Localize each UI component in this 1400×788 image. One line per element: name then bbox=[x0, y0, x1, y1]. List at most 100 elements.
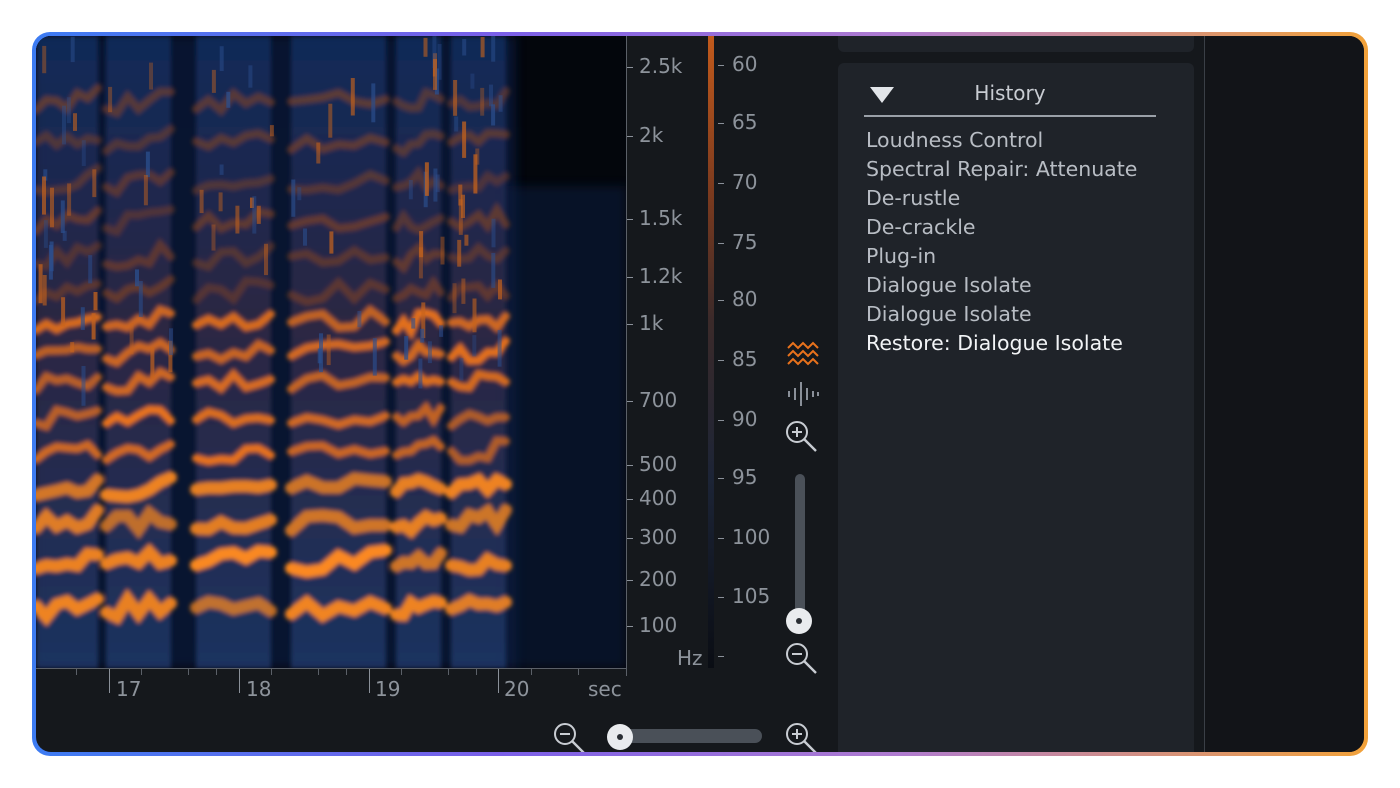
spectral-streak bbox=[435, 174, 440, 193]
horizontal-zoom-in-icon[interactable] bbox=[784, 720, 820, 752]
spectral-streak bbox=[418, 358, 423, 389]
spectral-streak bbox=[462, 39, 467, 56]
freq-unit-label: Hz bbox=[677, 646, 703, 670]
history-item-active[interactable]: Restore: Dialogue Isolate bbox=[866, 329, 1137, 358]
time-axis[interactable]: 17 18 19 20 sec bbox=[36, 668, 626, 709]
db-label: 95 bbox=[732, 465, 758, 489]
time-unit-label: sec bbox=[588, 677, 622, 701]
history-item[interactable]: Plug-in bbox=[866, 242, 1137, 271]
history-item[interactable]: Loudness Control bbox=[866, 126, 1137, 155]
spectral-streak bbox=[42, 45, 47, 74]
spectral-streak bbox=[129, 323, 134, 355]
spectral-streak bbox=[199, 189, 204, 214]
spectral-streak bbox=[457, 239, 462, 267]
harmonic-band bbox=[190, 478, 277, 496]
spectral-streak bbox=[70, 36, 75, 63]
spectral-streak bbox=[491, 252, 496, 288]
vertical-zoom-handle[interactable] bbox=[786, 608, 812, 634]
time-label-20: 20 bbox=[504, 677, 530, 701]
spectral-streak bbox=[491, 104, 496, 126]
speech-burst-region bbox=[106, 36, 171, 668]
frequency-axis[interactable]: 2.5k 2k 1.5k 1.2k 1k 700 500 400 300 200… bbox=[626, 36, 707, 676]
spectral-streak bbox=[108, 86, 113, 113]
spectral-streak bbox=[138, 281, 143, 317]
spectral-streak bbox=[81, 366, 86, 406]
spectral-streak bbox=[420, 328, 425, 343]
spectral-streak bbox=[440, 236, 445, 265]
history-item[interactable]: Spectral Repair: Attenuate bbox=[866, 155, 1137, 184]
spectral-streak bbox=[472, 298, 477, 333]
spectral-streak bbox=[42, 176, 46, 215]
spectral-streak bbox=[81, 140, 86, 166]
spectral-streak bbox=[470, 73, 475, 89]
spectral-streak bbox=[219, 164, 224, 175]
spectral-streak bbox=[93, 292, 98, 311]
spectrogram-mode-icon[interactable] bbox=[786, 340, 822, 376]
spectral-streak bbox=[88, 255, 93, 284]
spectral-streak bbox=[135, 269, 139, 287]
waveform-mode-icon[interactable] bbox=[786, 382, 822, 418]
spectral-streak bbox=[437, 44, 442, 80]
spectral-streak bbox=[256, 205, 261, 224]
horizontal-zoom-slider[interactable] bbox=[618, 729, 762, 743]
db-label: 100 bbox=[732, 525, 771, 549]
horizontal-zoom-handle[interactable] bbox=[607, 724, 633, 750]
harmonic-band bbox=[445, 551, 512, 577]
db-colorbar bbox=[708, 36, 714, 668]
freq-label: 300 bbox=[639, 525, 678, 549]
spectral-streak bbox=[248, 65, 253, 88]
spectral-streak bbox=[489, 84, 493, 107]
spectral-streak bbox=[491, 36, 496, 62]
spectral-streak bbox=[491, 218, 496, 248]
freq-label: 200 bbox=[639, 567, 678, 591]
zoom-out-icon[interactable] bbox=[784, 640, 820, 676]
spectral-streak bbox=[150, 347, 155, 379]
spectral-streak bbox=[226, 91, 231, 108]
spectral-streak bbox=[211, 69, 216, 93]
time-label-19: 19 bbox=[375, 677, 401, 701]
db-label: 70 bbox=[732, 170, 758, 194]
spectral-streak bbox=[439, 325, 444, 337]
spectral-streak bbox=[498, 279, 502, 300]
spectral-streak bbox=[329, 231, 334, 254]
spectral-streak bbox=[60, 200, 65, 233]
history-list: Loudness Control Spectral Repair: Attenu… bbox=[866, 126, 1137, 358]
freq-label: 2.5k bbox=[639, 54, 683, 78]
spectral-streak bbox=[497, 330, 502, 367]
freq-label: 1.5k bbox=[639, 206, 683, 230]
spectrogram-view[interactable] bbox=[36, 36, 626, 668]
spectral-streak bbox=[459, 358, 464, 381]
spectral-streak bbox=[424, 162, 429, 196]
spectral-streak bbox=[452, 283, 457, 314]
history-item[interactable]: De-rustle bbox=[866, 184, 1137, 213]
spectral-streak bbox=[404, 336, 409, 360]
spectral-streak bbox=[61, 297, 66, 327]
spectral-streak bbox=[80, 307, 85, 330]
freq-label: 1.2k bbox=[639, 264, 683, 288]
spectral-streak bbox=[252, 196, 257, 234]
horizontal-zoom-out-icon[interactable] bbox=[552, 720, 588, 752]
db-label: 60 bbox=[732, 52, 758, 76]
history-item[interactable]: Dialogue Isolate bbox=[866, 300, 1137, 329]
db-label: 75 bbox=[732, 230, 758, 254]
previous-panel bbox=[838, 36, 1194, 52]
history-header[interactable]: History bbox=[864, 79, 1156, 117]
spectral-streak bbox=[411, 318, 416, 329]
freq-label: 100 bbox=[639, 613, 678, 637]
spectral-streak bbox=[38, 264, 43, 304]
spectral-streak bbox=[264, 243, 268, 276]
spectral-streak bbox=[169, 328, 173, 356]
zoom-in-icon[interactable] bbox=[784, 418, 820, 454]
spectrogram-canvas bbox=[36, 36, 626, 668]
spectral-streak bbox=[472, 335, 477, 357]
vertical-zoom-slider[interactable] bbox=[795, 474, 805, 622]
history-item[interactable]: Dialogue Isolate bbox=[866, 271, 1137, 300]
history-item[interactable]: De-crackle bbox=[866, 213, 1137, 242]
spectral-streak bbox=[464, 234, 469, 246]
spectral-streak bbox=[291, 179, 296, 217]
spectral-streak bbox=[357, 311, 362, 328]
spectral-streak bbox=[427, 341, 432, 364]
spectral-streak bbox=[371, 83, 376, 123]
db-label: 90 bbox=[732, 407, 758, 431]
spectral-streak bbox=[480, 37, 485, 58]
